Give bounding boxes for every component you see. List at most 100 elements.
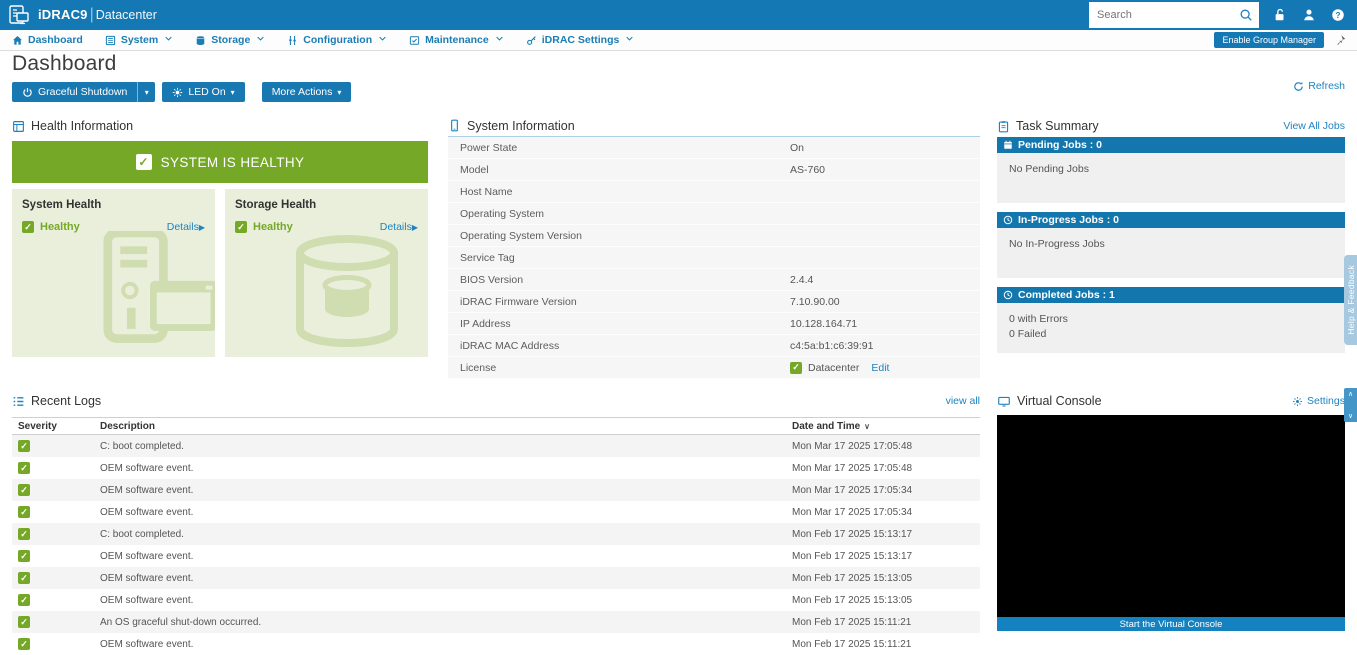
task-section-header: Completed Jobs : 1	[997, 287, 1345, 303]
nav-item-label: iDRAC Settings	[542, 34, 620, 46]
logs-col-datetime[interactable]: Date and Time ∨	[792, 421, 980, 432]
severity-ok-icon: ✓	[18, 594, 30, 606]
log-datetime: Mon Mar 17 2025 17:05:34	[792, 507, 980, 518]
clock-icon	[1003, 290, 1013, 300]
log-description: An OS graceful shut-down occurred.	[100, 617, 792, 628]
page-title: Dashboard	[12, 52, 117, 76]
system-health-details-link[interactable]: Details▶	[167, 221, 205, 233]
nav-item-idrac-settings[interactable]: iDRAC Settings	[526, 34, 635, 46]
sysinfo-label: Service Tag	[460, 252, 790, 264]
license-edit-link[interactable]: Edit	[871, 362, 889, 374]
refresh-icon	[1293, 81, 1304, 92]
health-panel-title: Health Information	[31, 119, 133, 133]
sysinfo-row-license: License✓DatacenterEdit	[448, 357, 980, 379]
nav-item-label: System	[121, 34, 158, 46]
storage-icon	[195, 35, 206, 46]
log-datetime: Mon Feb 17 2025 15:11:21	[792, 639, 980, 650]
graceful-shutdown-button[interactable]: Graceful Shutdown	[12, 82, 137, 102]
task-body-line: No Pending Jobs	[1009, 162, 1345, 177]
led-dropdown-caret: ▾	[231, 88, 235, 97]
sysinfo-value: On	[790, 142, 804, 154]
nav-item-maintenance[interactable]: Maintenance	[409, 34, 504, 46]
brand: iDRAC9 | Datacenter	[0, 4, 157, 26]
refresh-link[interactable]: Refresh	[1293, 80, 1345, 92]
start-virtual-console-button[interactable]: Start the Virtual Console	[997, 617, 1345, 631]
nav-item-label: Storage	[211, 34, 250, 46]
license-check-icon: ✓	[790, 362, 802, 374]
more-actions-button[interactable]: More Actions ▾	[262, 82, 352, 102]
system-info-title: System Information	[467, 119, 575, 133]
sort-chevron-icon: ∨	[864, 422, 870, 431]
sysinfo-row-service-tag: Service Tag	[448, 247, 980, 269]
nav-item-system[interactable]: System	[105, 34, 173, 46]
user-icon[interactable]	[1302, 8, 1316, 22]
storage-health-status: Healthy	[253, 221, 293, 233]
view-all-jobs-link[interactable]: View All Jobs	[1283, 120, 1345, 132]
chevron-down-icon	[378, 34, 387, 46]
enable-group-manager-button[interactable]: Enable Group Manager	[1214, 32, 1324, 48]
log-row[interactable]: ✓OEM software event.Mon Feb 17 2025 15:1…	[12, 545, 980, 567]
severity-ok-icon: ✓	[18, 484, 30, 496]
unlock-icon[interactable]	[1273, 8, 1287, 22]
system-icon	[105, 35, 116, 46]
task-section-body: No In-Progress Jobs	[997, 228, 1345, 278]
search-icon[interactable]	[1239, 8, 1253, 22]
chevron-down-icon	[495, 34, 504, 46]
log-description: OEM software event.	[100, 573, 792, 584]
help-icon[interactable]: ?	[1331, 8, 1345, 22]
nav-item-label: Dashboard	[28, 34, 83, 46]
log-row[interactable]: ✓ An OS graceful shut-down occurred.Mon F…	[12, 611, 980, 633]
task-section-pending-jobs: Pending Jobs : 0 No Pending Jobs	[997, 137, 1345, 203]
scroll-widget[interactable]: ∧ ∨	[1344, 388, 1357, 422]
task-section-header: Pending Jobs : 0	[997, 137, 1345, 153]
task-body-line: 0 with Errors	[1009, 312, 1345, 327]
search-input[interactable]	[1097, 9, 1239, 21]
nav-item-storage[interactable]: Storage	[195, 34, 265, 46]
scroll-down-icon[interactable]: ∨	[1348, 412, 1353, 420]
log-row[interactable]: ✓OEM software event.Mon Mar 17 2025 17:0…	[12, 501, 980, 523]
severity-ok-icon: ✓	[18, 616, 30, 628]
scroll-up-icon[interactable]: ∧	[1348, 390, 1353, 398]
led-on-button[interactable]: LED On ▾	[162, 82, 244, 102]
pin-icon[interactable]	[1334, 34, 1347, 47]
search-box[interactable]	[1089, 2, 1259, 28]
log-row[interactable]: ✓C: boot completed.Mon Feb 17 2025 15:13…	[12, 523, 980, 545]
log-row[interactable]: ✓OEM software event.Mon Mar 17 2025 17:0…	[12, 457, 980, 479]
console-settings-link[interactable]: Settings	[1292, 395, 1345, 407]
chevron-down-icon	[625, 34, 634, 46]
log-row[interactable]: ✓OEM software event.Mon Feb 17 2025 15:1…	[12, 633, 980, 655]
task-section-body: 0 with Errors0 Failed	[997, 303, 1345, 353]
idrac-logo-icon	[8, 4, 30, 26]
help-feedback-tab[interactable]: Help & Feedback	[1344, 255, 1357, 345]
calendar-icon	[1003, 140, 1013, 150]
log-datetime: Mon Feb 17 2025 15:11:21	[792, 617, 980, 628]
task-summary-title: Task Summary	[1016, 119, 1099, 133]
brand-subtitle: Datacenter	[96, 8, 157, 22]
key-icon	[526, 35, 537, 46]
log-description: OEM software event.	[100, 507, 792, 518]
logs-view-all-link[interactable]: view all	[946, 395, 980, 407]
log-row[interactable]: ✓OEM software event.Mon Feb 17 2025 15:1…	[12, 567, 980, 589]
sysinfo-label: License	[460, 362, 790, 374]
sysinfo-label: Host Name	[460, 186, 790, 198]
sysinfo-label: Operating System	[460, 208, 790, 220]
sysinfo-row-operating-system: Operating System	[448, 203, 980, 225]
log-datetime: Mon Feb 17 2025 15:13:05	[792, 573, 980, 584]
sysinfo-row-host-name: Host Name	[448, 181, 980, 203]
severity-ok-icon: ✓	[18, 528, 30, 540]
home-icon	[12, 35, 23, 46]
storage-health-details-link[interactable]: Details▶	[380, 221, 418, 233]
sysinfo-row-idrac-mac-address: iDRAC MAC Addressc4:5a:b1:c6:39:91	[448, 335, 980, 357]
log-row[interactable]: ✓OEM software event.Mon Mar 17 2025 17:0…	[12, 479, 980, 501]
more-actions-caret: ▾	[337, 88, 341, 97]
log-row[interactable]: ✓C: boot completed.Mon Mar 17 2025 17:05…	[12, 435, 980, 457]
log-datetime: Mon Mar 17 2025 17:05:48	[792, 441, 980, 452]
nav-item-dashboard[interactable]: Dashboard	[12, 34, 83, 46]
virtual-console-screen	[997, 415, 1345, 617]
virtual-console-panel: Virtual Console Settings Start the Virtu…	[997, 390, 1345, 631]
sysinfo-value: 7.10.90.00	[790, 296, 840, 308]
log-row[interactable]: ✓OEM software event.Mon Feb 17 2025 15:1…	[12, 589, 980, 611]
nav-item-configuration[interactable]: Configuration	[287, 34, 387, 46]
graceful-shutdown-dropdown[interactable]: ▾	[137, 82, 155, 102]
nav-item-label: Maintenance	[425, 34, 489, 46]
